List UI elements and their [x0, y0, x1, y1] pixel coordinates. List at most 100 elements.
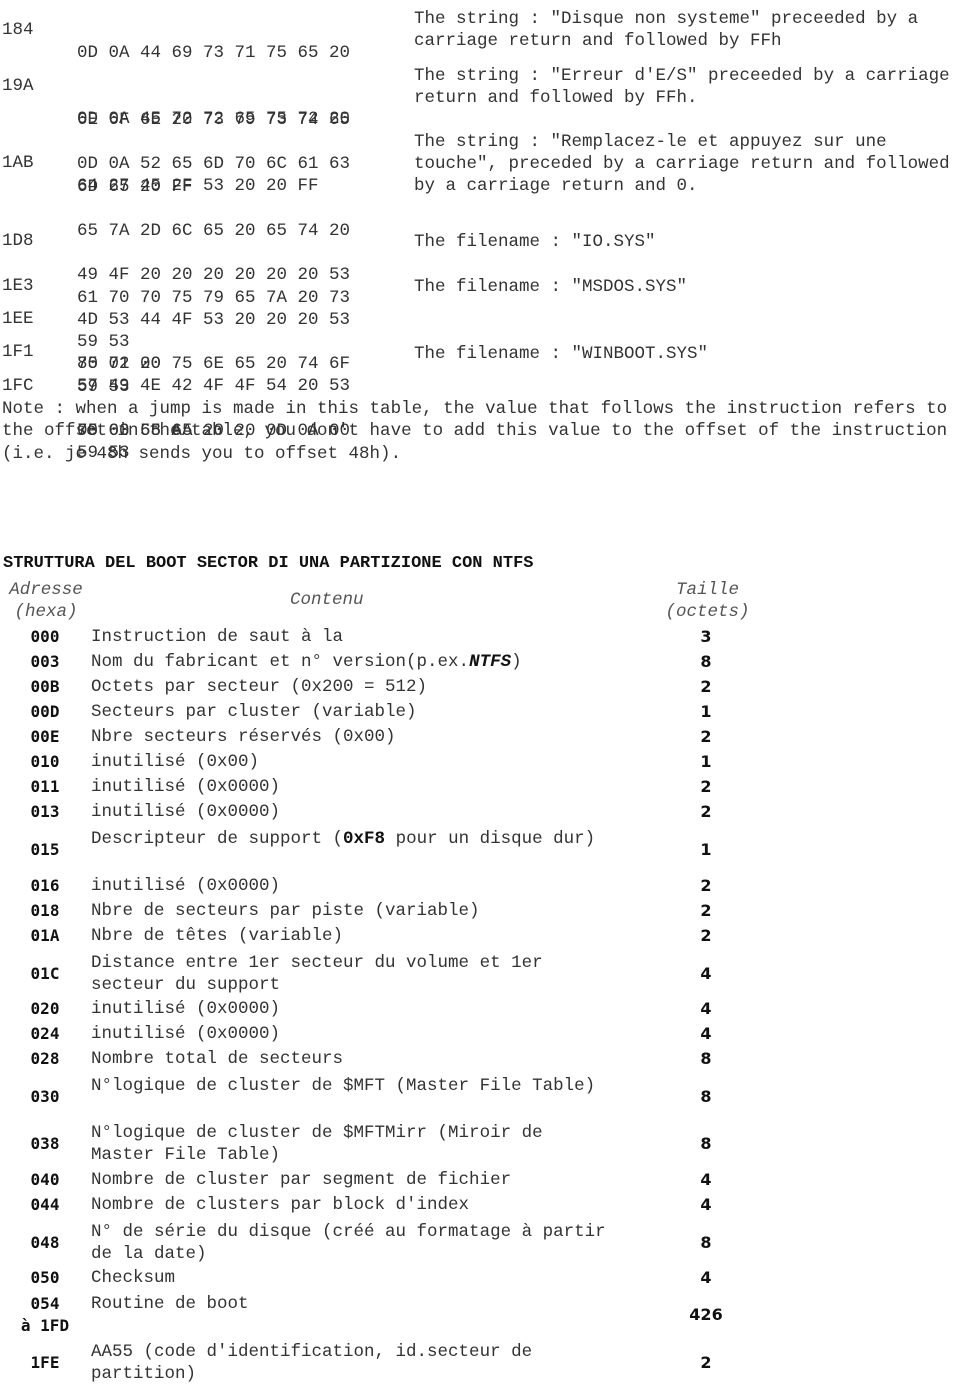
section-title: STRUTTURA DEL BOOT SECTOR DI UNA PARTIZI… [3, 554, 534, 573]
header-size: Taille (octets) [650, 579, 765, 624]
row-address: 016 [30, 876, 60, 895]
row-content: Nombre de cluster par segment de fichier [91, 1170, 512, 1190]
hex-bytes-line: 0D 0A 52 65 6D 70 6C 61 63 [77, 154, 351, 175]
row-address: 040 [30, 1170, 60, 1189]
row-address: 015 [30, 840, 60, 859]
row-address: 028 [30, 1049, 60, 1068]
row-size: 4 [700, 964, 712, 983]
row-address: 013 [30, 802, 60, 821]
hex-bytes-line: 0D 0A 44 69 73 71 75 65 20 [77, 43, 351, 64]
header-size-line1: Taille [675, 580, 739, 600]
row-content: N°logique de cluster de $MFT (Master Fil… [91, 1076, 596, 1096]
row-size: 2 [700, 926, 712, 945]
row-size: 4 [700, 1268, 712, 1287]
row-content: N°logique de cluster de $MFTMirr (Miroir… [91, 1123, 554, 1166]
row-content: inutilisé (0x0000) [91, 777, 281, 797]
row-content-text: ) [511, 652, 522, 672]
row-address: 038 [30, 1134, 60, 1153]
row-size: 8 [700, 1134, 712, 1153]
row-content: Nbre secteurs réservés (0x00) [91, 727, 396, 747]
hex-description: The filename : "MSDOS.SYS" [414, 277, 688, 297]
row-size: 426 [689, 1305, 723, 1324]
row-content: Nbre de secteurs par piste (variable) [91, 901, 480, 921]
row-address-line1: 054 [30, 1294, 60, 1313]
row-size: 2 [700, 876, 712, 895]
row-size: 1 [700, 702, 712, 721]
row-address: 018 [30, 901, 60, 920]
hex-offset: 1D8 [2, 231, 34, 251]
hex-description: The string : "Erreur d'E/S" preceeded by… [414, 66, 960, 109]
row-content: inutilisé (0x0000) [91, 802, 281, 822]
row-content: inutilisé (0x0000) [91, 999, 281, 1019]
header-address: Adresse (hexa) [0, 579, 92, 624]
jump-note: Note : when a jump is made in this table… [2, 399, 958, 464]
row-content: Distance entre 1er secteur du volume et … [91, 953, 554, 996]
row-content-emphasis: NTFS [469, 652, 512, 672]
row-content-text: pour un disque dur) [385, 829, 596, 849]
row-content-text: Nom du fabricant et n° version(p.ex. [91, 652, 470, 672]
row-address: 00B [30, 677, 60, 696]
row-content: inutilisé (0x00) [91, 752, 260, 772]
row-content: N° de série du disque (créé au formatage… [91, 1222, 617, 1265]
row-content: Nombre de clusters par block d'index [91, 1195, 470, 1215]
row-address: 01C [30, 964, 60, 983]
row-address: 01A [30, 926, 60, 945]
row-content: inutilisé (0x0000) [91, 1024, 281, 1044]
row-content: Octets par secteur (0x200 = 512) [91, 677, 428, 697]
hex-offset: 1F1 [2, 342, 34, 362]
header-size-line2: (octets) [665, 602, 750, 623]
row-address: 024 [30, 1024, 60, 1043]
row-address: 011 [30, 777, 60, 796]
row-size: 2 [700, 777, 712, 796]
hex-offset: 1AB [2, 153, 34, 173]
row-size: 4 [700, 1024, 712, 1043]
row-content: Nombre total de secteurs [91, 1049, 344, 1069]
row-address: 1FE [30, 1353, 60, 1372]
row-size: 4 [700, 999, 712, 1018]
row-size: 3 [700, 627, 712, 646]
row-address: 044 [30, 1195, 60, 1214]
row-address-line2: à 1FD [20, 1316, 70, 1336]
row-content: Routine de boot [91, 1294, 249, 1314]
row-content-text: Descripteur de support ( [91, 829, 344, 849]
hex-offset: 19A [2, 76, 34, 96]
row-size: 2 [700, 677, 712, 696]
hex-offset: 1E3 [2, 276, 34, 296]
row-content: inutilisé (0x0000) [91, 876, 281, 896]
row-content-emphasis: 0xF8 [343, 829, 386, 849]
hex-description: The filename : "WINBOOT.SYS" [414, 344, 709, 364]
row-address: 030 [30, 1087, 60, 1106]
row-address: 00D [30, 702, 60, 721]
header-address-line1: Adresse [9, 580, 83, 600]
header-content: Contenu [290, 590, 364, 610]
row-address: 048 [30, 1233, 60, 1252]
row-content: Descripteur de support (0xF8 pour un dis… [91, 828, 611, 850]
hex-offset: 1FC [2, 376, 34, 396]
row-address: 050 [30, 1268, 60, 1287]
row-address: 003 [30, 652, 60, 671]
row-size: 8 [700, 1087, 712, 1106]
row-size: 8 [700, 1233, 712, 1252]
hex-description: The string : "Remplacez-le et appuyez su… [414, 132, 960, 197]
row-size: 8 [700, 1049, 712, 1068]
row-content: Secteurs par cluster (variable) [91, 702, 417, 722]
row-size: 2 [700, 727, 712, 746]
hex-description: The filename : "IO.SYS" [414, 232, 656, 252]
hex-offset: 1EE [2, 309, 34, 329]
header-address-line2: (hexa) [14, 602, 78, 623]
hex-description: The string : "Disque non systeme" precee… [414, 9, 929, 52]
row-address: 00E [30, 727, 60, 746]
row-address: 000 [30, 627, 60, 646]
row-content: AA55 (code d'identification, id.secteur … [91, 1342, 543, 1385]
row-size: 1 [700, 840, 712, 859]
row-address: 054 à 1FD [0, 1293, 90, 1338]
row-size: 4 [700, 1195, 712, 1214]
row-content: Nbre de têtes (variable) [91, 926, 344, 946]
row-size: 4 [700, 1170, 712, 1189]
row-content: Checksum [91, 1268, 176, 1288]
row-address: 020 [30, 999, 60, 1018]
row-content: Instruction de saut à la [91, 627, 344, 647]
row-address: 010 [30, 752, 60, 771]
hex-offset: 184 [2, 20, 34, 40]
row-size: 1 [700, 752, 712, 771]
